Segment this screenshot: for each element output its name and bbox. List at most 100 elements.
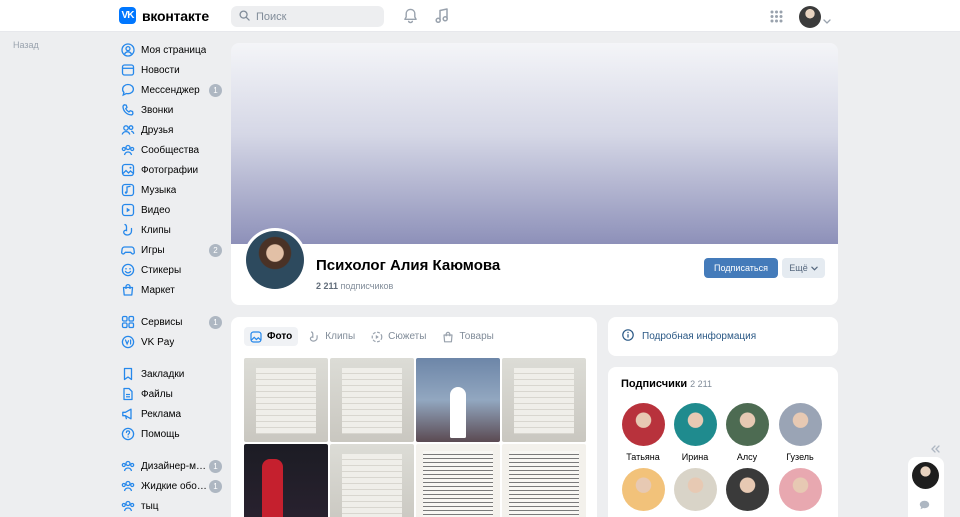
sidebar-item[interactable]: Дизайнер-ма... 1	[118, 456, 226, 476]
photo-icon	[121, 163, 135, 177]
search-box[interactable]	[231, 6, 384, 27]
bell-icon[interactable]	[401, 7, 419, 25]
avatar	[621, 468, 665, 511]
subscriber[interactable]	[775, 468, 825, 511]
sidebar-item[interactable]: Друзья	[118, 120, 226, 140]
subscriber-name: Гузель	[786, 452, 814, 462]
chat-avatar[interactable]	[912, 462, 939, 489]
sidebar-item[interactable]: VK Pay	[118, 332, 226, 352]
sticker-icon	[121, 263, 135, 277]
tab-clips[interactable]: Клипы	[302, 327, 361, 346]
sidebar-item-label: Маркет	[141, 284, 175, 296]
subscriber[interactable]	[670, 468, 720, 511]
games-icon	[121, 243, 135, 257]
subscriber[interactable]: Алсу	[722, 403, 772, 462]
sidebar-item-label: Игры	[141, 244, 165, 256]
subscriber-name: Ирина	[681, 452, 709, 462]
sidebar-item[interactable]: Мессенджер 1	[118, 80, 226, 100]
sidebar-item[interactable]: Музыка	[118, 180, 226, 200]
sidebar-item[interactable]: Маркет	[118, 280, 226, 300]
apps-grid-icon[interactable]	[767, 7, 785, 25]
sidebar-item[interactable]: тыц	[118, 496, 226, 516]
subscriber[interactable]	[722, 468, 772, 511]
subscriber-name: Алсу	[736, 452, 758, 462]
sidebar-item[interactable]: Закладки	[118, 364, 226, 384]
photo-icon	[250, 330, 262, 343]
profile-avatar[interactable]	[243, 228, 307, 292]
music-icon[interactable]	[433, 7, 451, 25]
tab-label: Сюжеты	[388, 331, 427, 342]
photo-thumbnail[interactable]: Первый шаг на пути к	[330, 444, 414, 517]
subscribers-title-count: 2 211	[690, 379, 712, 389]
vk-logo[interactable]: VK вконтакте	[119, 7, 209, 24]
profile-avatar-photo	[246, 231, 304, 289]
subscriber[interactable]: Татьяна	[618, 403, 668, 462]
sidebar-item-label: Стикеры	[141, 264, 182, 276]
tab-label: Фото	[267, 331, 293, 342]
sidebar-item[interactable]: Видео	[118, 200, 226, 220]
sidebar-item[interactable]: Стикеры	[118, 260, 226, 280]
subscribers-title[interactable]: Подписчики 2 211	[621, 378, 712, 390]
avatar	[778, 468, 822, 511]
avatar	[673, 468, 717, 511]
photo-thumbnail[interactable]	[244, 358, 328, 442]
sidebar-item-label: Дизайнер-ма...	[141, 460, 207, 472]
subscribers-count[interactable]: 2 211 подписчиков	[316, 281, 393, 291]
photo-thumbnail[interactable]	[416, 358, 500, 442]
search-input[interactable]	[256, 10, 366, 23]
tab-stories[interactable]: Сюжеты	[365, 327, 432, 346]
news-icon	[121, 63, 135, 77]
sidebar-item-label: Музыка	[141, 184, 177, 196]
subscriber[interactable]	[618, 468, 668, 511]
sidebar-item[interactable]: Игры 2	[118, 240, 226, 260]
chat-bubble-icon[interactable]	[919, 498, 930, 513]
chevron-down-icon[interactable]	[823, 12, 831, 27]
sidebar-item[interactable]: Помощь	[118, 424, 226, 444]
sidebar-item-label: тыц	[141, 500, 159, 512]
sidebar-item[interactable]: Жидкие обои... 1	[118, 476, 226, 496]
photo-thumbnail[interactable]	[416, 444, 500, 517]
subscriber[interactable]: Ирина	[670, 403, 720, 462]
search-icon	[239, 9, 250, 24]
sidebar-item[interactable]: Файлы	[118, 384, 226, 404]
photo-thumbnail[interactable]	[502, 358, 586, 442]
subscribe-button[interactable]: Подписаться	[704, 258, 778, 278]
sidebar-item[interactable]: Звонки	[118, 100, 226, 120]
sidebar-item-label: VK Pay	[141, 336, 175, 348]
subscriber[interactable]: Гузель	[775, 403, 825, 462]
collapse-icon[interactable]	[930, 441, 940, 456]
sidebar-item-label: Клипы	[141, 224, 171, 236]
sidebar-item[interactable]: Сервисы 1	[118, 312, 226, 332]
vkpay-icon	[121, 335, 135, 349]
back-link[interactable]: Назад	[13, 40, 39, 50]
sidebar-item[interactable]: Моя страница	[118, 40, 226, 60]
more-button[interactable]: Ещё	[782, 258, 825, 278]
subscribers-label: подписчиков	[340, 281, 394, 291]
sidebar-item-label: Звонки	[141, 104, 174, 116]
chevron-down-icon	[810, 263, 818, 273]
video-icon	[121, 203, 135, 217]
details-link[interactable]: Подробная информация	[622, 329, 756, 344]
photo-thumbnail[interactable]	[244, 444, 328, 517]
tab-photo[interactable]: Фото	[244, 327, 299, 346]
bookmark-icon	[121, 367, 135, 381]
sidebar-item[interactable]: Клипы	[118, 220, 226, 240]
sidebar-item[interactable]: Реклама	[118, 404, 226, 424]
music-icon	[121, 183, 135, 197]
sidebar-item[interactable]: Сообщества	[118, 140, 226, 160]
photo-thumbnail[interactable]	[330, 358, 414, 442]
avatar	[621, 403, 665, 446]
media-tabs: Фото Клипы Сюжеты Товары	[244, 327, 500, 346]
sidebar-item-label: Фотографии	[141, 164, 199, 176]
sidebar-item[interactable]: Фотографии	[118, 160, 226, 180]
avatar[interactable]	[799, 6, 821, 28]
sidebar-item-label: Мессенджер	[141, 84, 200, 96]
photo-thumbnail[interactable]	[502, 444, 586, 517]
nav-separator	[118, 352, 226, 364]
sidebar-item[interactable]: Новости	[118, 60, 226, 80]
stories-icon	[371, 331, 383, 343]
top-header: VK вконтакте	[0, 0, 960, 32]
vk-logo-text: вконтакте	[142, 7, 209, 24]
sidebar-item-label: Сервисы	[141, 316, 183, 328]
tab-bag[interactable]: Товары	[436, 327, 499, 346]
